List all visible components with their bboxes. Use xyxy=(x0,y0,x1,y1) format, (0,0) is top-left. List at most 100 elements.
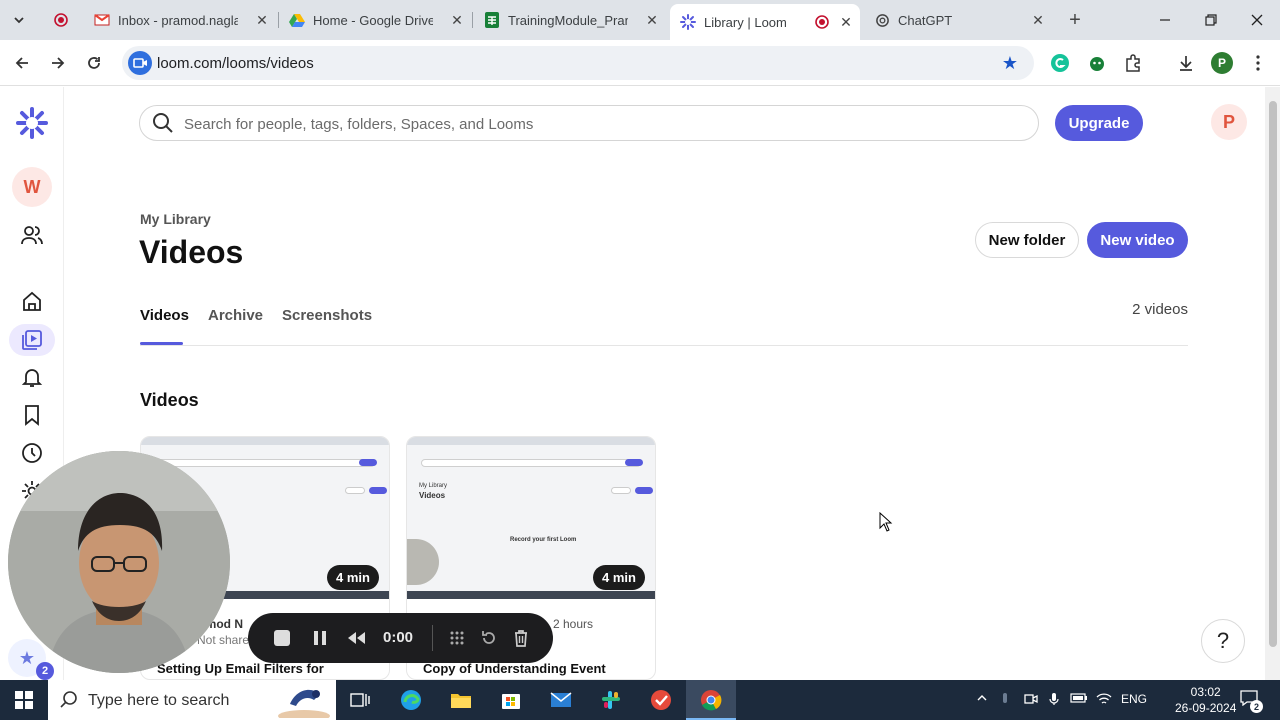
new-folder-button[interactable]: New folder xyxy=(975,222,1079,258)
tab-label: ChatGPT xyxy=(898,12,953,28)
minimize-window-icon[interactable] xyxy=(1154,9,1176,31)
extension-robot-icon[interactable] xyxy=(1086,52,1108,74)
file-explorer-icon[interactable] xyxy=(449,688,473,712)
search-highlight-bird-icon xyxy=(276,682,332,720)
page-scrollbar[interactable] xyxy=(1265,87,1280,680)
video-age: 2 hours xyxy=(553,617,594,631)
webcam-person-image xyxy=(8,451,230,673)
taskbar-app-check-icon[interactable] xyxy=(649,688,673,712)
tray-overflow-chevron-icon[interactable] xyxy=(976,692,988,707)
restart-icon[interactable] xyxy=(477,626,501,650)
edge-browser-icon[interactable] xyxy=(399,688,423,712)
page-title: Videos xyxy=(139,234,244,270)
drive-icon xyxy=(289,12,305,28)
taskbar-search-placeholder[interactable]: Type here to search xyxy=(88,692,229,710)
rewind-button[interactable] xyxy=(344,626,368,650)
mouse-cursor-icon xyxy=(879,511,893,537)
close-tab-icon[interactable]: ✕ xyxy=(838,14,854,31)
stop-recording-button[interactable] xyxy=(270,626,294,650)
new-video-button[interactable]: New video xyxy=(1087,222,1188,258)
workspace-avatar[interactable]: W xyxy=(12,167,52,207)
chrome-icon[interactable] xyxy=(699,688,723,712)
slack-icon[interactable] xyxy=(599,688,623,712)
close-window-icon[interactable] xyxy=(1246,9,1268,31)
tab-label: Library | Loom xyxy=(704,14,787,30)
download-icon[interactable] xyxy=(1175,52,1197,74)
members-icon[interactable] xyxy=(16,219,48,251)
breadcrumb[interactable]: My Library xyxy=(140,211,211,227)
windows-start-icon[interactable] xyxy=(12,688,36,712)
library-icon[interactable] xyxy=(16,324,48,356)
grammarly-extension-icon[interactable] xyxy=(1049,52,1071,74)
thumbnail-search-bar xyxy=(421,459,641,467)
close-tab-icon[interactable]: ✕ xyxy=(254,12,270,29)
site-info-icon[interactable] xyxy=(128,51,152,75)
tab-loom-library[interactable]: Library | Loom ✕ xyxy=(670,4,860,40)
back-arrow-icon[interactable] xyxy=(11,52,33,74)
taskbar-search-box[interactable]: Type here to search xyxy=(48,680,336,720)
search-bar[interactable]: Search for people, tags, folders, Spaces… xyxy=(139,105,1039,141)
thumbnail-browser-chrome xyxy=(407,437,655,445)
user-avatar[interactable]: P xyxy=(1211,104,1247,140)
tray-wifi-icon[interactable] xyxy=(1096,692,1112,709)
tab-google-drive[interactable]: Home - Google Drive ✕ xyxy=(289,6,465,34)
thumbnail-upgrade-pill xyxy=(359,459,377,466)
pause-button[interactable] xyxy=(308,626,332,650)
task-view-icon[interactable] xyxy=(348,688,372,712)
thumbnail-record-text: Record your first Loom xyxy=(510,537,577,543)
tab-gmail[interactable]: Inbox - pramod.nagla@ ✕ xyxy=(94,6,270,34)
taskbar-clock[interactable]: 03:02 26-09-2024 xyxy=(1175,684,1236,716)
tray-language[interactable]: ENG xyxy=(1121,692,1147,706)
drag-handle-icon[interactable] xyxy=(445,626,469,650)
tab-separator xyxy=(472,12,473,28)
browser-menu-icon[interactable] xyxy=(1247,52,1269,74)
delete-trash-icon[interactable] xyxy=(509,626,533,650)
section-heading: Videos xyxy=(140,390,199,410)
thumbnail-upgrade-pill xyxy=(625,459,643,466)
close-tab-icon[interactable]: ✕ xyxy=(644,12,660,29)
loom-logo-icon[interactable] xyxy=(16,107,48,139)
scrollbar-thumb[interactable] xyxy=(1269,101,1277,647)
browser-tab-bar: Inbox - pramod.nagla@ ✕ Home - Google Dr… xyxy=(0,0,1280,40)
bookmark-star-icon[interactable]: ★ xyxy=(1002,53,1018,74)
tab-screenshots[interactable]: Screenshots xyxy=(282,307,372,324)
video-title[interactable]: Copy of Understanding Event xyxy=(423,661,606,676)
reload-icon[interactable] xyxy=(83,52,105,74)
new-tab-icon[interactable]: + xyxy=(1064,9,1086,31)
controls-divider xyxy=(432,625,433,651)
video-count: 2 videos xyxy=(1132,301,1188,318)
help-button[interactable]: ? xyxy=(1201,619,1245,663)
gmail-icon xyxy=(94,12,110,28)
tray-microphone-icon[interactable] xyxy=(1049,692,1059,709)
close-tab-icon[interactable]: ✕ xyxy=(1030,12,1046,29)
history-clock-icon[interactable] xyxy=(16,437,48,469)
home-icon[interactable] xyxy=(16,285,48,317)
extensions-puzzle-icon[interactable] xyxy=(1122,52,1144,74)
forward-arrow-icon[interactable] xyxy=(47,52,69,74)
tab-search-chevron-icon[interactable] xyxy=(8,9,30,31)
microsoft-store-icon[interactable] xyxy=(499,688,523,712)
bookmark-icon[interactable] xyxy=(16,399,48,431)
tab-videos[interactable]: Videos xyxy=(140,307,189,324)
notification-count-badge: 2 xyxy=(36,662,54,680)
search-placeholder[interactable]: Search for people, tags, folders, Spaces… xyxy=(184,116,533,133)
upgrade-button[interactable]: Upgrade xyxy=(1055,105,1143,141)
close-tab-icon[interactable]: ✕ xyxy=(449,12,465,29)
url-text[interactable]: loom.com/looms/videos xyxy=(157,55,314,72)
webcam-bubble[interactable] xyxy=(8,451,230,673)
thumbnail-new-video-pill xyxy=(635,487,653,494)
mail-icon[interactable] xyxy=(549,688,573,712)
tab-chatgpt[interactable]: ChatGPT ✕ xyxy=(874,6,1046,34)
profile-avatar[interactable]: P xyxy=(1211,52,1233,74)
tray-pen-icon[interactable] xyxy=(1002,692,1008,707)
notifications-bell-icon[interactable] xyxy=(16,361,48,393)
tab-archive[interactable]: Archive xyxy=(208,307,263,324)
tray-meet-icon[interactable] xyxy=(1024,692,1038,709)
tab-training-module[interactable]: TrainingModule_Pramo ✕ xyxy=(484,6,660,34)
restore-window-icon[interactable] xyxy=(1200,9,1222,31)
video-title[interactable]: Setting Up Email Filters for xyxy=(157,661,324,676)
taskbar-search-icon xyxy=(60,691,78,714)
address-bar[interactable]: loom.com/looms/videos ★ xyxy=(122,46,1034,80)
thumbnail-new-folder-pill xyxy=(345,487,365,494)
tray-battery-icon[interactable] xyxy=(1070,692,1088,707)
